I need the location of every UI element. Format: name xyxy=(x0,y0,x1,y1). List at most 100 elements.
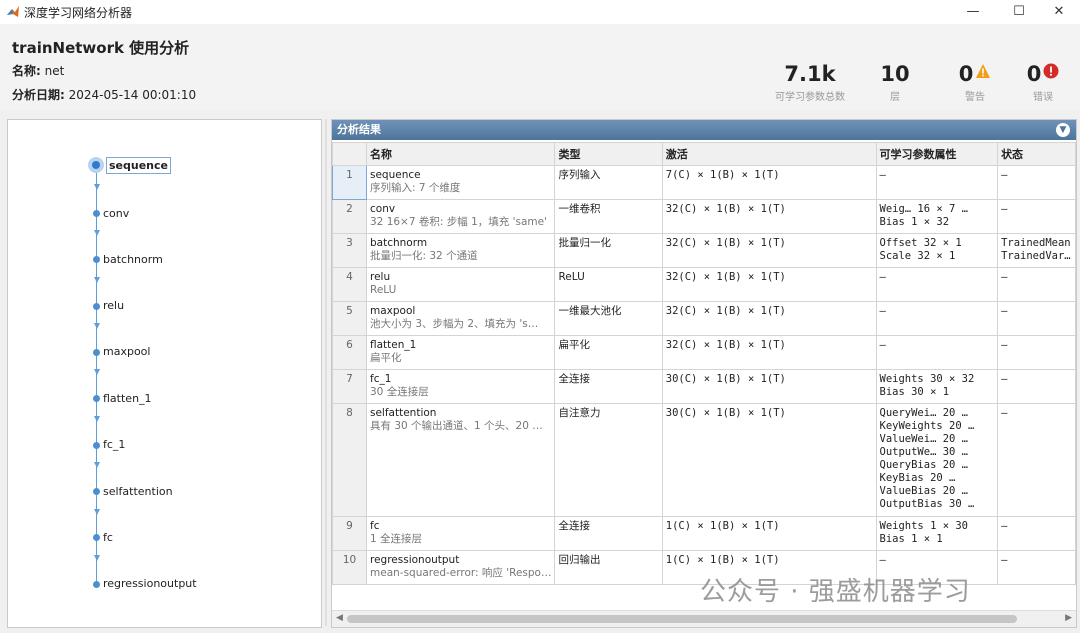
learnable-entry: Weights 1 × 30 xyxy=(879,520,969,532)
graph-node-conv[interactable] xyxy=(93,210,100,217)
layer-type: 序列输入 xyxy=(554,165,663,200)
graph-arrow xyxy=(94,277,100,283)
layer-description: 批量归一化: 32 个通道 xyxy=(370,250,478,262)
graph-label-fc-1[interactable]: fc_1 xyxy=(103,438,125,451)
scroll-right-icon[interactable]: ▶ xyxy=(1065,613,1072,623)
learnable-entry: Bias 1 × 32 xyxy=(879,216,950,228)
layer-description: 池大小为 3、步幅为 2、填充为 's… xyxy=(370,318,539,330)
graph-node-flatten-1[interactable] xyxy=(93,395,100,402)
layer-cell: fc 1 全连接层 xyxy=(365,516,556,551)
scrollbar-thumb[interactable] xyxy=(347,615,1017,623)
graph-arrow xyxy=(94,509,100,515)
layer-state: – xyxy=(997,550,1076,585)
layer-cell: flatten_1 扁平化 xyxy=(365,335,556,370)
row-index: 4 xyxy=(332,267,367,302)
state-entry: – xyxy=(1001,407,1008,419)
layer-type: 回归输出 xyxy=(554,550,663,585)
collapse-chevron-icon[interactable]: ▼ xyxy=(1056,123,1070,137)
table-row[interactable]: 1 sequence 序列输入: 7 个维度 序列输入 7(C) × 1(B) ×… xyxy=(332,165,1076,200)
column-header-index[interactable] xyxy=(332,142,367,166)
column-header-type[interactable]: 类型 xyxy=(554,142,663,166)
layer-type: 全连接 xyxy=(554,516,663,551)
layer-type: 自注意力 xyxy=(554,403,663,517)
graph-label-flatten-1[interactable]: flatten_1 xyxy=(103,392,152,405)
table-row[interactable]: 4 relu ReLU ReLU 32(C) × 1(B) × 1(T) – – xyxy=(332,267,1076,302)
column-header-learnables[interactable]: 可学习参数属性 xyxy=(875,142,999,166)
layer-description: 具有 30 个输出通道、1 个头、20 … xyxy=(370,420,543,432)
layer-cell: conv 32 16×7 卷积: 步幅 1，填充 'same' xyxy=(365,199,556,234)
column-header-name[interactable]: 名称 xyxy=(365,142,556,166)
graph-label-regressionoutput[interactable]: regressionoutput xyxy=(103,577,197,590)
state-entry: TrainedMean xyxy=(1001,237,1071,249)
layer-state: – xyxy=(997,403,1076,517)
graph-label-maxpool[interactable]: maxpool xyxy=(103,345,150,358)
row-index: 5 xyxy=(332,301,367,336)
graph-node-sequence[interactable] xyxy=(88,157,104,173)
column-header-activations[interactable]: 激活 xyxy=(661,142,877,166)
column-header-state[interactable]: 状态 xyxy=(997,142,1076,166)
results-table: 名称 类型 激活 可学习参数属性 状态 1 sequence 序列输入: 7 个维… xyxy=(332,142,1076,585)
stat-warnings-value: 0 xyxy=(958,62,974,86)
layer-learnables: Weig… 16 × 7 … Bias 1 × 32 xyxy=(875,199,999,234)
layer-learnables: Offset 32 × 1 Scale 32 × 1 xyxy=(875,233,999,268)
table-row[interactable]: 5 maxpool 池大小为 3、步幅为 2、填充为 's… 一维最大池化 32(… xyxy=(332,301,1076,336)
graph-label-sequence[interactable]: sequence xyxy=(106,157,171,174)
graph-label-fc[interactable]: fc xyxy=(103,531,113,544)
layer-learnables: – xyxy=(875,335,999,370)
table-row[interactable]: 9 fc 1 全连接层 全连接 1(C) × 1(B) × 1(T) Weight… xyxy=(332,516,1076,551)
graph-node-fc[interactable] xyxy=(93,534,100,541)
layer-learnables: – xyxy=(875,165,999,200)
layer-cell: sequence 序列输入: 7 个维度 xyxy=(365,165,556,200)
layer-learnables: Weights 1 × 30 Bias 1 × 1 xyxy=(875,516,999,551)
graph-label-batchnorm[interactable]: batchnorm xyxy=(103,253,163,266)
close-button[interactable]: ✕ xyxy=(1036,0,1080,24)
table-row[interactable]: 7 fc_1 30 全连接层 全连接 30(C) × 1(B) × 1(T) We… xyxy=(332,369,1076,404)
scroll-left-icon[interactable]: ◀ xyxy=(336,613,343,623)
layer-activations: 32(C) × 1(B) × 1(T) xyxy=(661,301,877,336)
stat-learnables-value: 7.1k xyxy=(784,62,836,86)
graph-arrow xyxy=(94,416,100,422)
layer-cell: maxpool 池大小为 3、步幅为 2、填充为 's… xyxy=(365,301,556,336)
graph-node-maxpool[interactable] xyxy=(93,349,100,356)
table-row[interactable]: 3 batchnorm 批量归一化: 32 个通道 批量归一化 32(C) × 1… xyxy=(332,233,1076,268)
graph-node-relu[interactable] xyxy=(93,303,100,310)
horizontal-scrollbar[interactable]: ◀ ▶ xyxy=(332,610,1076,627)
row-index: 8 xyxy=(332,403,367,517)
layer-activations: 30(C) × 1(B) × 1(T) xyxy=(661,403,877,517)
graph-label-conv[interactable]: conv xyxy=(103,207,129,220)
table-row[interactable]: 6 flatten_1 扁平化 扁平化 32(C) × 1(B) × 1(T) –… xyxy=(332,335,1076,370)
graph-node-regressionoutput[interactable] xyxy=(93,581,100,588)
layer-type: 批量归一化 xyxy=(554,233,663,268)
state-entry: TrainedVar… xyxy=(1001,250,1071,262)
stat-learnables: 7.1k 可学习参数总数 xyxy=(770,62,850,103)
graph-node-fc-1[interactable] xyxy=(93,442,100,449)
table-row[interactable]: 2 conv 32 16×7 卷积: 步幅 1，填充 'same' 一维卷积 32… xyxy=(332,199,1076,234)
graph-label-relu[interactable]: relu xyxy=(103,299,124,312)
results-panel-title: 分析结果 xyxy=(337,123,381,136)
graph-label-selfattention[interactable]: selfattention xyxy=(103,485,173,498)
graph-node-batchnorm[interactable] xyxy=(93,256,100,263)
row-index: 6 xyxy=(332,335,367,370)
stat-errors-value: 0 xyxy=(1026,62,1042,86)
graph-arrow xyxy=(94,555,100,561)
network-graph-panel[interactable]: sequence conv batchnorm relu maxpool fla… xyxy=(7,119,322,628)
layer-description: 1 全连接层 xyxy=(370,533,423,545)
learnable-entry: KeyBias 20 … xyxy=(879,472,956,484)
state-entry: – xyxy=(1001,305,1008,317)
network-name: 名称: net xyxy=(12,62,64,79)
stat-warnings-label: 警告 xyxy=(965,92,985,103)
stat-layers-value: 10 xyxy=(880,62,910,86)
minimize-button[interactable]: — xyxy=(950,0,996,24)
panel-splitter[interactable] xyxy=(325,119,327,626)
row-index: 10 xyxy=(332,550,367,585)
layer-activations: 32(C) × 1(B) × 1(T) xyxy=(661,267,877,302)
layer-learnables: – xyxy=(875,301,999,336)
table-row[interactable]: 8 selfattention 具有 30 个输出通道、1 个头、20 … 自注意… xyxy=(332,403,1076,517)
layer-type: 一维最大池化 xyxy=(554,301,663,336)
name-label: 名称: xyxy=(12,64,41,78)
layer-type: 一维卷积 xyxy=(554,199,663,234)
layer-state: – xyxy=(997,335,1076,370)
layer-state: – xyxy=(997,516,1076,551)
graph-node-selfattention[interactable] xyxy=(93,488,100,495)
row-index: 2 xyxy=(332,199,367,234)
